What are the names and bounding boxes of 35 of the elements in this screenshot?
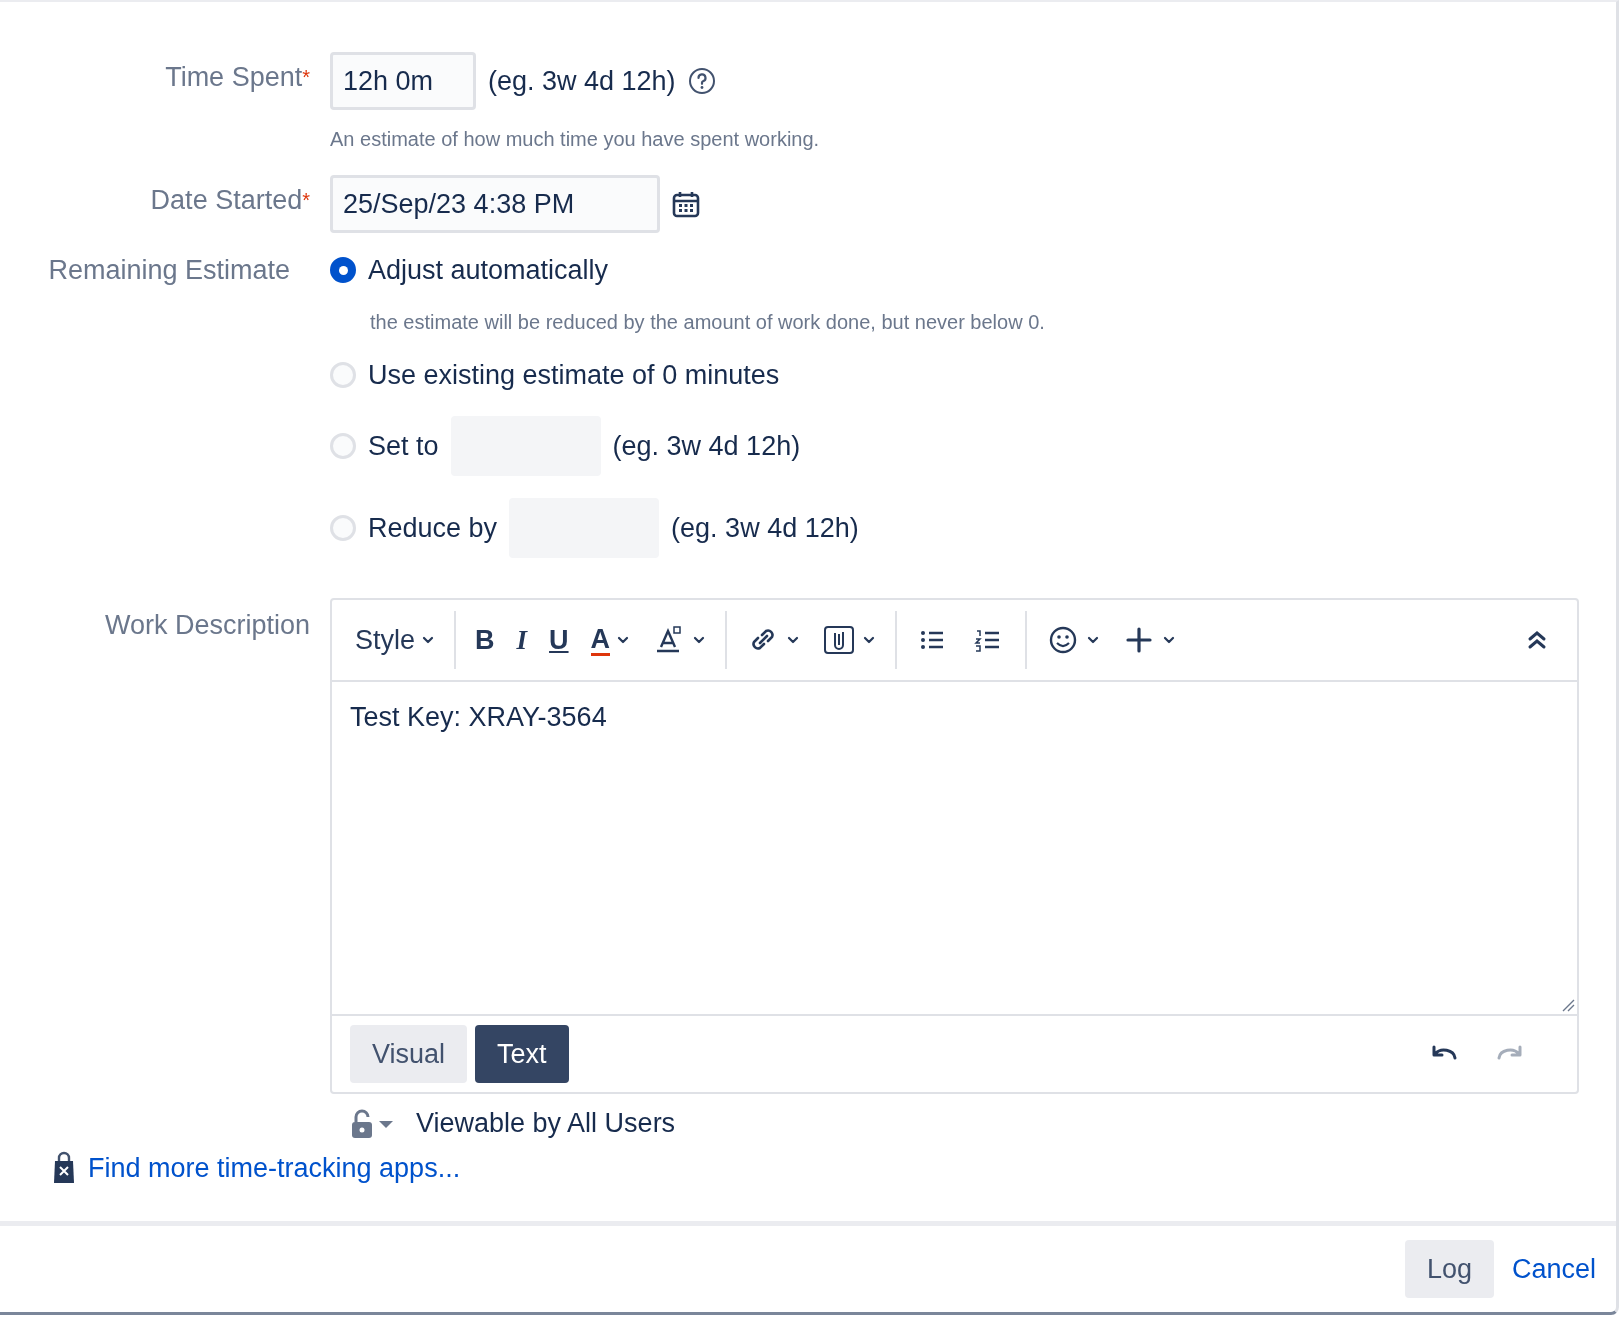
mode-tab[interactable]: Text xyxy=(475,1025,569,1083)
italic-button[interactable]: I xyxy=(505,618,539,662)
field-label: Date Started* xyxy=(149,184,310,217)
option-label: Adjust automatically xyxy=(368,254,609,287)
visibility-dropdown[interactable] xyxy=(350,1108,394,1139)
calendar-icon[interactable] xyxy=(672,190,700,218)
style-dropdown[interactable]: Style xyxy=(344,618,447,662)
visibility-label: Viewable by All Users xyxy=(416,1108,676,1139)
log-button[interactable]: Log xyxy=(1404,1240,1494,1298)
attachment-icon xyxy=(822,625,857,655)
option-label: Reduce by xyxy=(368,512,498,545)
field-label: Work Description xyxy=(103,609,310,642)
shopping-bag-icon xyxy=(52,1151,76,1185)
mode-tab[interactable]: Visual xyxy=(350,1025,468,1083)
underline-button[interactable]: U xyxy=(538,618,580,662)
resize-handle-icon[interactable] xyxy=(1561,998,1575,1012)
date-field[interactable]: 25/Sep/23 4:38 PM xyxy=(330,175,660,233)
text-color-button[interactable]: A xyxy=(579,618,642,662)
bold-button[interactable]: B xyxy=(464,618,506,662)
format-hint: (eg. 3w 4d 12h) xyxy=(488,65,676,97)
help-icon[interactable] xyxy=(687,67,716,95)
option-label: Use existing estimate of 0 minutes xyxy=(368,359,780,392)
option-description: the estimate will be reduced by the amount of work done, but never below 0. xyxy=(370,311,1046,334)
field-label: Remaining Estimate xyxy=(47,254,291,287)
radio-button[interactable] xyxy=(330,257,356,283)
field-label: Time Spent* xyxy=(164,61,310,94)
time-spent-field[interactable]: 12h 0m xyxy=(330,52,476,110)
format-hint: (eg. 3w 4d 12h) xyxy=(671,512,859,544)
format-hint: (eg. 3w 4d 12h) xyxy=(612,430,801,462)
cancel-button[interactable]: Cancel xyxy=(1511,1253,1596,1285)
editor-text[interactable]: Test Key: XRAY-3564 xyxy=(350,702,607,732)
caret-icon xyxy=(378,1118,394,1129)
option-label: Set to xyxy=(368,430,439,463)
apps-link[interactable]: Find more time-tracking apps... xyxy=(88,1152,461,1184)
help-text: An estimate of how much time you have spent working. xyxy=(330,128,821,151)
